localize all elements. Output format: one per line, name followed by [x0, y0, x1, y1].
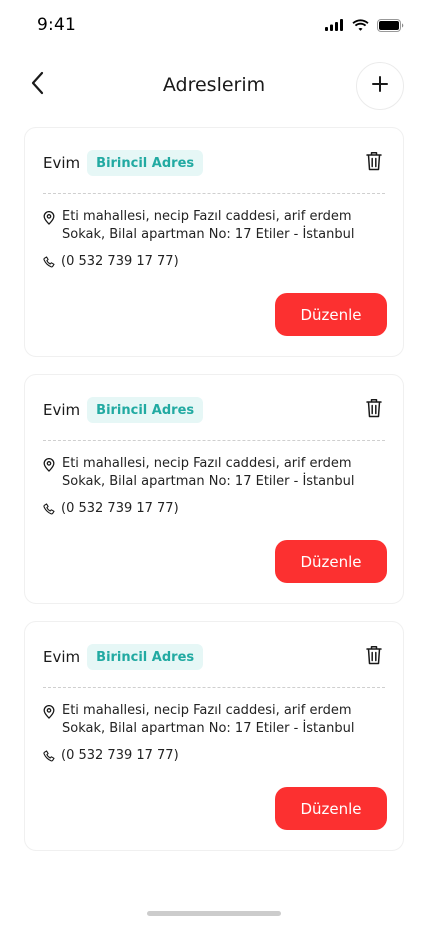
- address-text: Eti mahallesi, necip Fazıl caddesi, arif…: [62, 456, 355, 489]
- location-pin-icon: [43, 210, 56, 229]
- phone-icon: [43, 749, 56, 762]
- battery-icon: [377, 18, 404, 32]
- status-bar: 9:41: [0, 0, 428, 50]
- delete-address-button[interactable]: [363, 645, 385, 669]
- phone-row: (0 532 739 17 77): [43, 748, 179, 763]
- edit-address-button[interactable]: Düzenle: [275, 787, 387, 830]
- address-name: Evim: [43, 648, 81, 666]
- address-row: Eti mahallesi, necip Fazıl caddesi, arif…: [43, 702, 387, 738]
- phone-row: (0 532 739 17 77): [43, 254, 179, 269]
- chevron-left-icon: [30, 71, 44, 99]
- signal-icon: [325, 19, 344, 31]
- primary-address-badge: Birincil Adres: [87, 644, 204, 670]
- address-row: Eti mahallesi, necip Fazıl caddesi, arif…: [43, 208, 387, 244]
- location-pin-icon: [43, 457, 56, 476]
- phone-icon: [43, 255, 56, 268]
- address-list-screen: 9:41 Adreslerim Evim Birincil Adres Eti …: [0, 0, 428, 926]
- page-title: Adreslerim: [162, 74, 266, 96]
- divider: [43, 440, 385, 441]
- address-card: Evim Birincil Adres Eti mahallesi, necip…: [24, 127, 404, 357]
- phone-icon: [43, 502, 56, 515]
- address-row: Eti mahallesi, necip Fazıl caddesi, arif…: [43, 455, 387, 491]
- trash-icon: [366, 645, 382, 669]
- add-address-button[interactable]: [356, 62, 404, 110]
- address-name: Evim: [43, 154, 81, 172]
- phone-text: (0 532 739 17 77): [61, 748, 179, 763]
- primary-address-badge: Birincil Adres: [87, 397, 204, 423]
- divider: [43, 687, 385, 688]
- address-card: Evim Birincil Adres Eti mahallesi, necip…: [24, 621, 404, 851]
- address-text: Eti mahallesi, necip Fazıl caddesi, arif…: [62, 703, 355, 736]
- delete-address-button[interactable]: [363, 151, 385, 175]
- address-card-header: Evim Birincil Adres: [43, 643, 385, 671]
- address-card-header: Evim Birincil Adres: [43, 149, 385, 177]
- back-button[interactable]: [22, 68, 52, 102]
- divider: [43, 193, 385, 194]
- location-pin-icon: [43, 704, 56, 723]
- plus-icon: [372, 76, 388, 96]
- trash-icon: [366, 398, 382, 422]
- phone-text: (0 532 739 17 77): [61, 254, 179, 269]
- edit-address-button[interactable]: Düzenle: [275, 540, 387, 583]
- address-text: Eti mahallesi, necip Fazıl caddesi, arif…: [62, 209, 355, 242]
- trash-icon: [366, 151, 382, 175]
- wifi-icon: [352, 19, 369, 31]
- edit-address-button[interactable]: Düzenle: [275, 293, 387, 336]
- primary-address-badge: Birincil Adres: [87, 150, 204, 176]
- address-name: Evim: [43, 401, 81, 419]
- phone-row: (0 532 739 17 77): [43, 501, 179, 516]
- address-card-header: Evim Birincil Adres: [43, 396, 385, 424]
- address-card: Evim Birincil Adres Eti mahallesi, necip…: [24, 374, 404, 604]
- delete-address-button[interactable]: [363, 398, 385, 422]
- header: Adreslerim: [0, 60, 428, 110]
- status-time: 9:41: [37, 15, 76, 35]
- home-indicator[interactable]: [147, 911, 281, 916]
- phone-text: (0 532 739 17 77): [61, 501, 179, 516]
- status-icons: [325, 18, 404, 32]
